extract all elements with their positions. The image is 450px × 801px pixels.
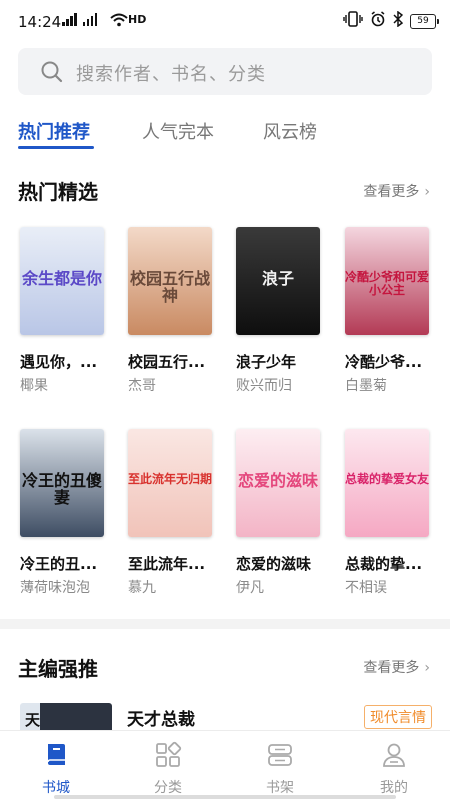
more-label: 查看更多 [363,660,420,676]
featured-cover-text: 天 [25,711,41,729]
section-title-hot: 热门精选 [18,180,98,204]
cover-title-text: 冷酷少爷和可爱小公主 [345,270,429,297]
book-icon [42,741,70,769]
book-title[interactable]: 至此流年... [128,553,224,574]
network-type: HD [128,13,147,26]
book-author: 杰哥 [128,378,156,394]
book-card[interactable]: 浪子 浪子少年 败兴而归 [236,227,322,394]
book-cover[interactable]: 恋爱的滋味 [236,429,320,537]
cover-title-text: 恋爱的滋味 [237,471,318,490]
cover-title-text: 总裁的挚爱女友 [345,472,429,486]
book-cover[interactable]: 浪子 [236,227,320,335]
nav-bookshelf[interactable]: 书架 [240,741,320,797]
featured-more-link[interactable]: 查看更多 › [363,657,430,677]
book-title[interactable]: 遇见你，... [20,351,116,372]
book-author: 白墨菊 [345,378,387,394]
nav-profile[interactable]: 我的 [354,741,434,797]
book-cover[interactable]: 余生都是你 [20,227,104,335]
vibrate-icon [343,11,363,31]
book-author: 薄荷味泡泡 [20,580,90,596]
grid-icon [154,741,182,769]
user-icon [380,741,408,769]
book-cover[interactable]: 冷酷少爷和可爱小公主 [345,227,429,335]
book-card[interactable]: 冷王的丑傻妻 冷王的丑... 薄荷味泡泡 [20,429,106,596]
more-label: 查看更多 [363,184,420,200]
book-card[interactable]: 校园五行战神 校园五行... 杰哥 [128,227,214,394]
book-card[interactable]: 恋爱的滋味 恋爱的滋味 伊凡 [236,429,322,596]
book-title[interactable]: 冷王的丑... [20,553,116,574]
nav-category[interactable]: 分类 [128,741,208,797]
nav-label: 书架 [266,780,294,796]
tab-hot-recommend[interactable]: 热门推荐 [18,118,90,144]
book-author: 不相误 [345,580,387,596]
book-title[interactable]: 浪子少年 [236,351,332,372]
home-indicator [54,795,396,799]
nav-bookstore[interactable]: 书城 [16,741,96,797]
section-title-featured: 主编强推 [18,657,98,681]
nav-label: 书城 [42,780,70,796]
status-bar: 14:24 HD 59 [0,0,450,44]
book-card[interactable]: 余生都是你 遇见你，... 椰果 [20,227,106,394]
book-title[interactable]: 冷酷少爷... [345,351,441,372]
book-cover[interactable]: 至此流年无归期 [128,429,212,537]
active-tab-indicator [18,146,94,149]
bottom-navigation: 书城 分类 书架 我的 [0,730,450,801]
cover-title-text: 余生都是你 [21,269,102,288]
tab-popular-complete[interactable]: 人气完本 [142,118,214,144]
chevron-right-icon: › [424,184,430,200]
cover-title-text: 校园五行战神 [129,269,210,305]
book-author: 慕九 [128,580,156,596]
cover-title-text: 浪子 [261,269,294,288]
book-cover[interactable]: 校园五行战神 [128,227,212,335]
chevron-right-icon: › [424,660,430,676]
status-time: 14:24 [18,13,62,31]
featured-book-title[interactable]: 天才总裁 [127,705,195,730]
cover-title-text: 冷王的丑傻妻 [21,471,102,507]
nav-label: 分类 [154,780,182,796]
book-card[interactable]: 至此流年无归期 至此流年... 慕九 [128,429,214,596]
book-cover[interactable]: 冷王的丑傻妻 [20,429,104,537]
shelf-icon [266,741,294,769]
wifi-icon [110,12,128,31]
book-title[interactable]: 校园五行... [128,351,224,372]
book-author: 伊凡 [236,580,264,596]
book-author: 败兴而归 [236,378,292,394]
alarm-icon [370,11,386,31]
bluetooth-icon [393,10,404,31]
section-divider [0,619,450,629]
search-icon [40,60,64,88]
battery-icon: 59 [410,13,439,29]
tab-ranking[interactable]: 风云榜 [263,118,317,144]
book-author: 椰果 [20,378,48,394]
genre-tag: 现代言情 [364,705,432,729]
search-bar[interactable]: 搜索作者、书名、分类 [18,48,432,95]
nav-label: 我的 [380,780,408,796]
book-title[interactable]: 恋爱的滋味 [236,553,332,574]
signal-icon [62,13,97,26]
cover-title-text: 至此流年无归期 [128,472,212,486]
book-title[interactable]: 总裁的挚... [345,553,441,574]
hot-more-link[interactable]: 查看更多 › [363,181,430,201]
book-card[interactable]: 冷酷少爷和可爱小公主 冷酷少爷... 白墨菊 [345,227,431,394]
search-placeholder: 搜索作者、书名、分类 [76,64,266,85]
book-cover[interactable]: 总裁的挚爱女友 [345,429,429,537]
book-card[interactable]: 总裁的挚爱女友 总裁的挚... 不相误 [345,429,431,596]
